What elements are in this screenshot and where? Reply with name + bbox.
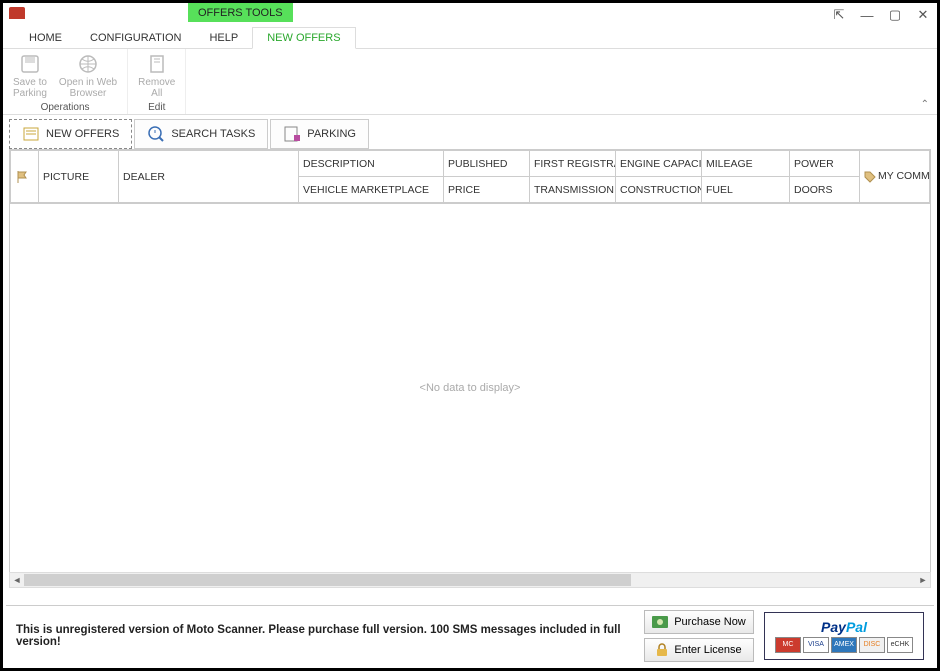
column-mileage[interactable]: MILEAGE <box>702 151 790 177</box>
card-mastercard: MC <box>775 637 801 653</box>
menu-configuration[interactable]: CONFIGURATION <box>76 28 195 48</box>
tab-label: NEW OFFERS <box>46 128 119 140</box>
column-description[interactable]: DESCRIPTION <box>299 151 444 177</box>
button-label: Enter License <box>674 644 741 656</box>
app-icon <box>9 7 25 19</box>
ribbon-label: Save to Parking <box>13 77 47 99</box>
menu-help[interactable]: HELP <box>195 28 252 48</box>
button-label: Purchase Now <box>674 616 746 628</box>
tab-parking[interactable]: PARKING <box>270 119 369 149</box>
footer-bar: This is unregistered version of Moto Sca… <box>6 605 934 665</box>
column-fuel[interactable]: FUEL <box>702 177 790 203</box>
column-label: MY COMMEN <box>878 170 930 182</box>
maximize-button[interactable]: ▢ <box>887 7 903 23</box>
grid-empty-text: <No data to display> <box>420 382 521 394</box>
unregistered-message: This is unregistered version of Moto Sca… <box>16 624 644 648</box>
enter-license-button[interactable]: Enter License <box>644 638 754 662</box>
payment-cards: MC VISA AMEX DISC eCHK <box>775 637 913 653</box>
parking-icon <box>283 125 301 143</box>
paypal-badge[interactable]: PayPal MC VISA AMEX DISC eCHK <box>764 612 924 660</box>
title-bar: OFFERS TOOLS ⇱ — ▢ ✕ <box>3 3 937 27</box>
save-icon <box>19 53 41 75</box>
save-to-parking-button[interactable]: Save to Parking <box>7 51 53 101</box>
grid-header: PICTURE DEALER DESCRIPTION PUBLISHED FIR… <box>9 149 931 204</box>
tab-new-offers[interactable]: NEW OFFERS <box>9 119 132 149</box>
ribbon-group-edit: Remove All Edit <box>128 49 186 114</box>
tab-label: PARKING <box>307 128 356 140</box>
document-tabs: NEW OFFERS SEARCH TASKS PARKING <box>3 115 937 149</box>
context-tab-offers-tools[interactable]: OFFERS TOOLS <box>188 3 293 22</box>
lock-icon <box>656 643 668 657</box>
column-doors[interactable]: DOORS <box>790 177 860 203</box>
ribbon: Save to Parking Open in Web Browser Oper… <box>3 49 937 115</box>
grid-body: <No data to display> <box>9 204 931 572</box>
column-published[interactable]: PUBLISHED <box>444 151 530 177</box>
search-clock-icon <box>147 125 165 143</box>
card-visa: VISA <box>803 637 829 653</box>
ribbon-group-label: Operations <box>41 101 90 115</box>
close-button[interactable]: ✕ <box>915 7 931 23</box>
column-price[interactable]: PRICE <box>444 177 530 203</box>
menu-new-offers[interactable]: NEW OFFERS <box>252 27 355 49</box>
ribbon-group-operations: Save to Parking Open in Web Browser Oper… <box>3 49 128 114</box>
ribbon-group-label: Edit <box>148 101 165 115</box>
globe-icon <box>77 53 99 75</box>
column-transmission[interactable]: TRANSMISSION <box>530 177 616 203</box>
menu-bar: HOME CONFIGURATION HELP NEW OFFERS <box>3 27 937 49</box>
column-flag[interactable] <box>11 151 39 203</box>
column-engine-capacity[interactable]: ENGINE CAPACITY <box>616 151 702 177</box>
tag-icon <box>864 171 876 183</box>
flag-icon <box>15 170 29 184</box>
card-amex: AMEX <box>831 637 857 653</box>
column-picture[interactable]: PICTURE <box>39 151 119 203</box>
card-echeck: eCHK <box>887 637 913 653</box>
scroll-left-arrow[interactable]: ◄ <box>10 573 24 587</box>
column-power[interactable]: POWER <box>790 151 860 177</box>
open-in-web-button[interactable]: Open in Web Browser <box>53 51 123 101</box>
column-construction-year[interactable]: CONSTRUCTION YEAR <box>616 177 702 203</box>
purchase-now-button[interactable]: Purchase Now <box>644 610 754 634</box>
card-discover: DISC <box>859 637 885 653</box>
list-icon <box>22 125 40 143</box>
menu-home[interactable]: HOME <box>15 28 76 48</box>
tab-label: SEARCH TASKS <box>171 128 255 140</box>
ribbon-label: Open in Web Browser <box>59 77 117 99</box>
ribbon-label: Remove All <box>138 77 175 99</box>
scroll-right-arrow[interactable]: ► <box>916 573 930 587</box>
remove-icon <box>146 53 168 75</box>
minimize-button[interactable]: — <box>859 7 875 23</box>
column-first-registration[interactable]: FIRST REGISTRATION <box>530 151 616 177</box>
scrollbar-thumb[interactable] <box>24 574 631 586</box>
money-icon <box>652 616 668 628</box>
remove-all-button[interactable]: Remove All <box>132 51 181 101</box>
ribbon-collapse-button[interactable]: ⌃ <box>921 99 929 110</box>
paypal-logo: PayPal <box>821 619 867 635</box>
column-vehicle-marketplace[interactable]: VEHICLE MARKETPLACE <box>299 177 444 203</box>
pin-icon[interactable]: ⇱ <box>831 7 847 23</box>
horizontal-scrollbar[interactable]: ◄ ► <box>9 572 931 588</box>
column-dealer[interactable]: DEALER <box>119 151 299 203</box>
tab-search-tasks[interactable]: SEARCH TASKS <box>134 119 268 149</box>
column-my-comment[interactable]: MY COMMEN <box>860 151 930 203</box>
